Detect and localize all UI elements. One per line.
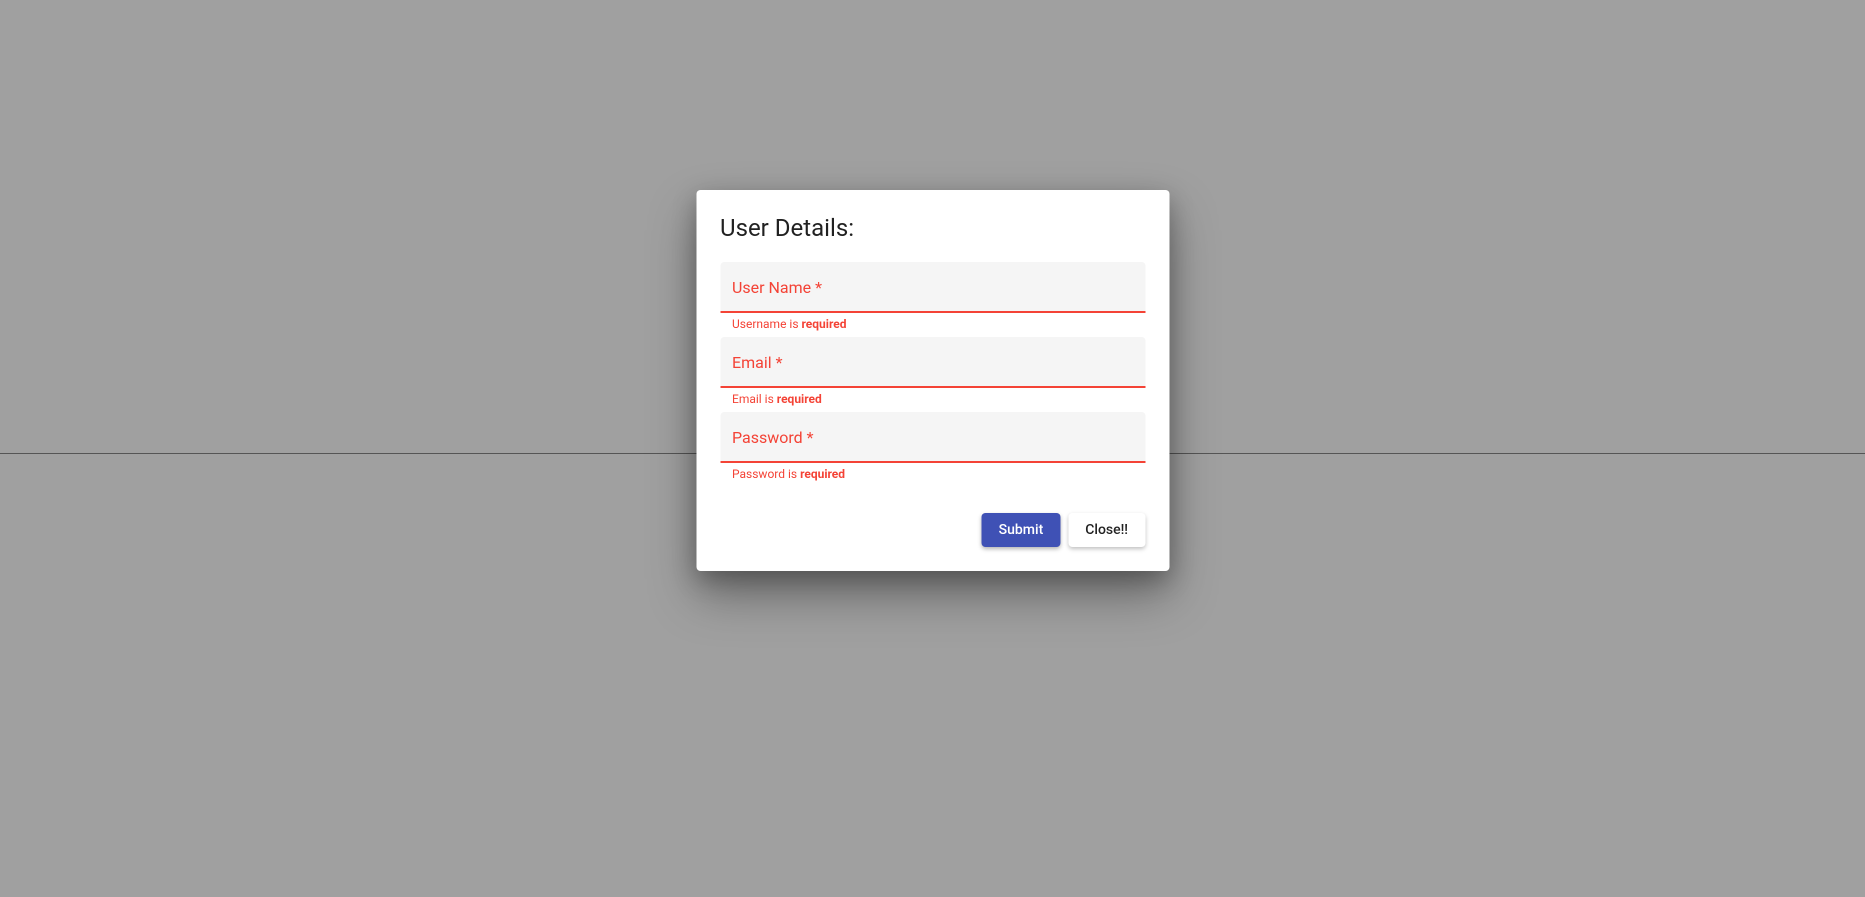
username-field-wrap: Username is required	[720, 262, 1145, 337]
email-input[interactable]	[720, 337, 1145, 388]
email-error-prefix: Email is	[732, 392, 777, 406]
password-input[interactable]	[720, 412, 1145, 463]
username-error: Username is required	[720, 313, 1145, 337]
email-error: Email is required	[720, 388, 1145, 412]
dialog-actions: Submit Close!!	[720, 513, 1145, 547]
email-field-wrap: Email is required	[720, 337, 1145, 412]
dialog-title: User Details:	[720, 214, 1145, 242]
password-field-wrap: Password is required	[720, 412, 1145, 487]
username-error-bold: required	[802, 317, 847, 331]
email-error-bold: required	[777, 392, 822, 406]
submit-button[interactable]: Submit	[982, 513, 1061, 547]
user-details-dialog: User Details: Username is required Email…	[696, 190, 1169, 571]
password-error: Password is required	[720, 463, 1145, 487]
username-input[interactable]	[720, 262, 1145, 313]
close-button[interactable]: Close!!	[1068, 513, 1145, 547]
password-error-prefix: Password is	[732, 467, 800, 481]
password-error-bold: required	[800, 467, 845, 481]
username-error-prefix: Username is	[732, 317, 802, 331]
